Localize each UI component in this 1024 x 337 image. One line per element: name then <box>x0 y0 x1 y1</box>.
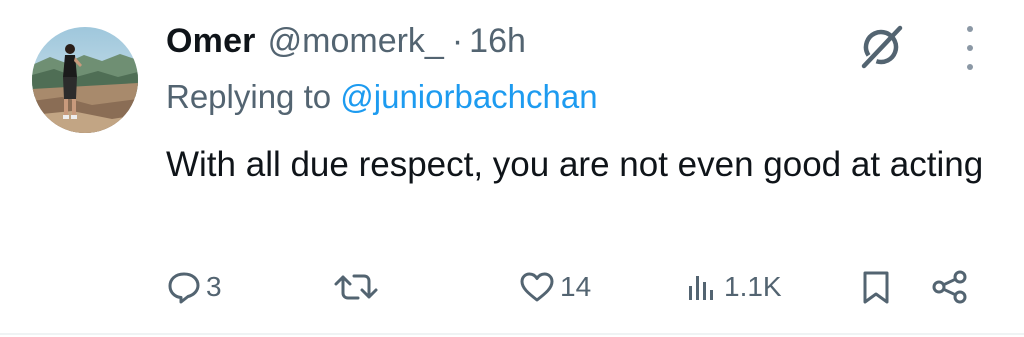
reply-icon <box>166 269 202 305</box>
more-vertical-icon[interactable] <box>958 26 982 70</box>
replying-to-mention[interactable]: @juniorbachchan <box>340 78 597 115</box>
author-name[interactable]: Omer <box>166 22 256 61</box>
timestamp[interactable]: 16h <box>469 22 526 61</box>
like-count: 14 <box>560 271 592 302</box>
views-icon <box>684 269 720 305</box>
retweet-button[interactable] <box>332 262 384 312</box>
retweet-icon <box>332 269 380 305</box>
tweet-header: Omer @momerk_ · 16h <box>166 22 526 66</box>
share-button[interactable] <box>930 262 970 312</box>
author-handle[interactable]: @momerk_ <box>268 22 444 61</box>
share-icon <box>930 269 970 305</box>
tweet-text: With all due respect, you are not even g… <box>166 145 984 184</box>
views-button[interactable]: 1.1K <box>684 262 782 312</box>
like-button[interactable]: 14 <box>518 262 591 312</box>
tweet-divider <box>0 333 1024 335</box>
views-count: 1.1K <box>724 271 782 302</box>
avatar[interactable] <box>32 27 138 133</box>
tweet[interactable]: Omer @momerk_ · 16h Replying to @juniorb… <box>0 0 1024 335</box>
replying-prefix: Replying to <box>166 78 341 115</box>
bookmark-icon <box>858 269 894 305</box>
heart-icon <box>518 269 556 305</box>
tweet-actions: 3 14 1.1K <box>0 262 1024 312</box>
replying-to: Replying to @juniorbachchan <box>166 78 598 116</box>
reply-button[interactable]: 3 <box>166 262 222 312</box>
separator-dot: · <box>451 22 464 60</box>
bookmark-button[interactable] <box>858 262 894 312</box>
grok-icon[interactable] <box>856 20 908 72</box>
reply-count: 3 <box>206 271 222 302</box>
